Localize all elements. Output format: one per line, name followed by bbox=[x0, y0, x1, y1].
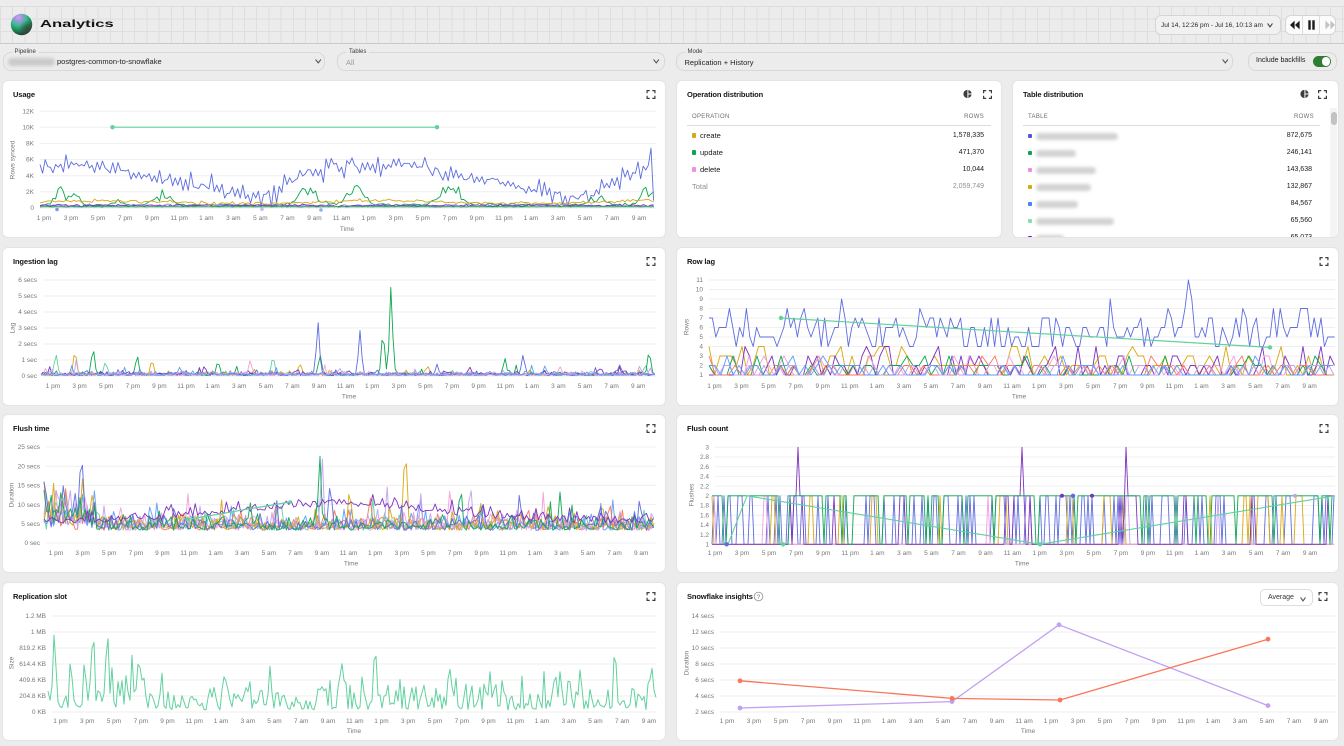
svg-text:?: ? bbox=[757, 594, 761, 601]
